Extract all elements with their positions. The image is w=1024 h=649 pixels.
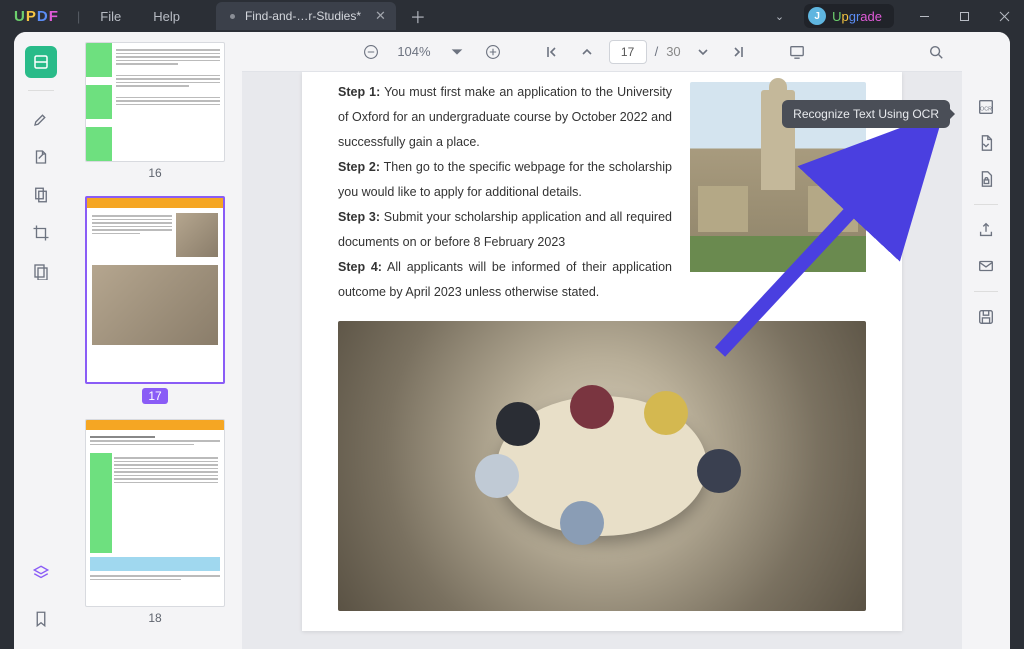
ocr-button[interactable]: OCR: [971, 92, 1001, 122]
separator: [28, 90, 54, 91]
zoom-level: 104%: [393, 44, 434, 59]
page-input[interactable]: [609, 40, 647, 64]
prev-page-button[interactable]: [573, 38, 601, 66]
ocr-tooltip: Recognize Text Using OCR: [782, 100, 950, 128]
thumbnail-page-18[interactable]: 18: [80, 419, 230, 627]
user-avatar: J: [808, 7, 826, 25]
export-button[interactable]: [971, 128, 1001, 158]
right-tool-rail: OCR: [962, 32, 1010, 649]
separator: [974, 291, 998, 292]
thumbnail-number: 18: [148, 611, 161, 625]
window-controls: [904, 0, 1024, 32]
crop-tool[interactable]: [25, 217, 57, 249]
new-tab-button[interactable]: ＋: [410, 4, 426, 28]
bookmark-tool[interactable]: [25, 603, 57, 635]
highlight-tool[interactable]: [25, 103, 57, 135]
redact-tool[interactable]: [25, 255, 57, 287]
left-tool-rail: [14, 32, 68, 649]
titlebar: UPDF | File Help Find-and-…r-Studies* ✕ …: [0, 0, 1024, 32]
page-separator: /: [655, 44, 659, 59]
document-page: Step 1: You must first make an applicati…: [302, 72, 902, 631]
students-image: [338, 321, 866, 611]
share-button[interactable]: [971, 215, 1001, 245]
minimize-button[interactable]: [904, 0, 944, 32]
document-text: Step 1: You must first make an applicati…: [338, 72, 672, 305]
upgrade-label: Upgrade: [832, 9, 882, 24]
document-toolbar: 104% / 30: [242, 32, 962, 72]
page-total: 30: [666, 44, 680, 59]
thumbnails-tool[interactable]: [25, 46, 57, 78]
thumbnail-number: 17: [142, 388, 167, 404]
separator: [974, 204, 998, 205]
menu-help[interactable]: Help: [137, 9, 196, 24]
search-button[interactable]: [922, 38, 950, 66]
document-tab[interactable]: Find-and-…r-Studies* ✕: [216, 2, 396, 30]
tabs-dropdown-icon[interactable]: ⌄: [765, 10, 794, 23]
close-button[interactable]: [984, 0, 1024, 32]
save-button[interactable]: [971, 302, 1001, 332]
thumbnail-number: 16: [148, 166, 161, 180]
tab-modified-icon: [230, 14, 235, 19]
tab-close-icon[interactable]: ✕: [375, 8, 386, 24]
separator: |: [77, 9, 80, 24]
thumbnail-panel[interactable]: 16 17: [68, 32, 242, 649]
workspace: 16 17: [14, 32, 1010, 649]
organize-pages-tool[interactable]: [25, 179, 57, 211]
next-page-button[interactable]: [689, 38, 717, 66]
first-page-button[interactable]: [537, 38, 565, 66]
upgrade-button[interactable]: J Upgrade: [804, 4, 894, 28]
zoom-out-button[interactable]: [357, 38, 385, 66]
thumbnail-page-16[interactable]: 16: [80, 42, 230, 182]
presentation-button[interactable]: [783, 38, 811, 66]
document-scroll[interactable]: Step 1: You must first make an applicati…: [242, 72, 962, 649]
last-page-button[interactable]: [725, 38, 753, 66]
app-logo: UPDF: [0, 8, 73, 25]
protect-button[interactable]: [971, 164, 1001, 194]
maximize-button[interactable]: [944, 0, 984, 32]
edit-text-tool[interactable]: [25, 141, 57, 173]
thumbnail-page-17[interactable]: 17: [80, 196, 230, 405]
zoom-in-button[interactable]: [479, 38, 507, 66]
menu-file[interactable]: File: [84, 9, 137, 24]
svg-text:OCR: OCR: [980, 107, 992, 113]
tab-title: Find-and-…r-Studies*: [245, 9, 361, 23]
email-button[interactable]: [971, 251, 1001, 281]
zoom-dropdown-icon[interactable]: [443, 38, 471, 66]
layers-tool[interactable]: [25, 557, 57, 589]
